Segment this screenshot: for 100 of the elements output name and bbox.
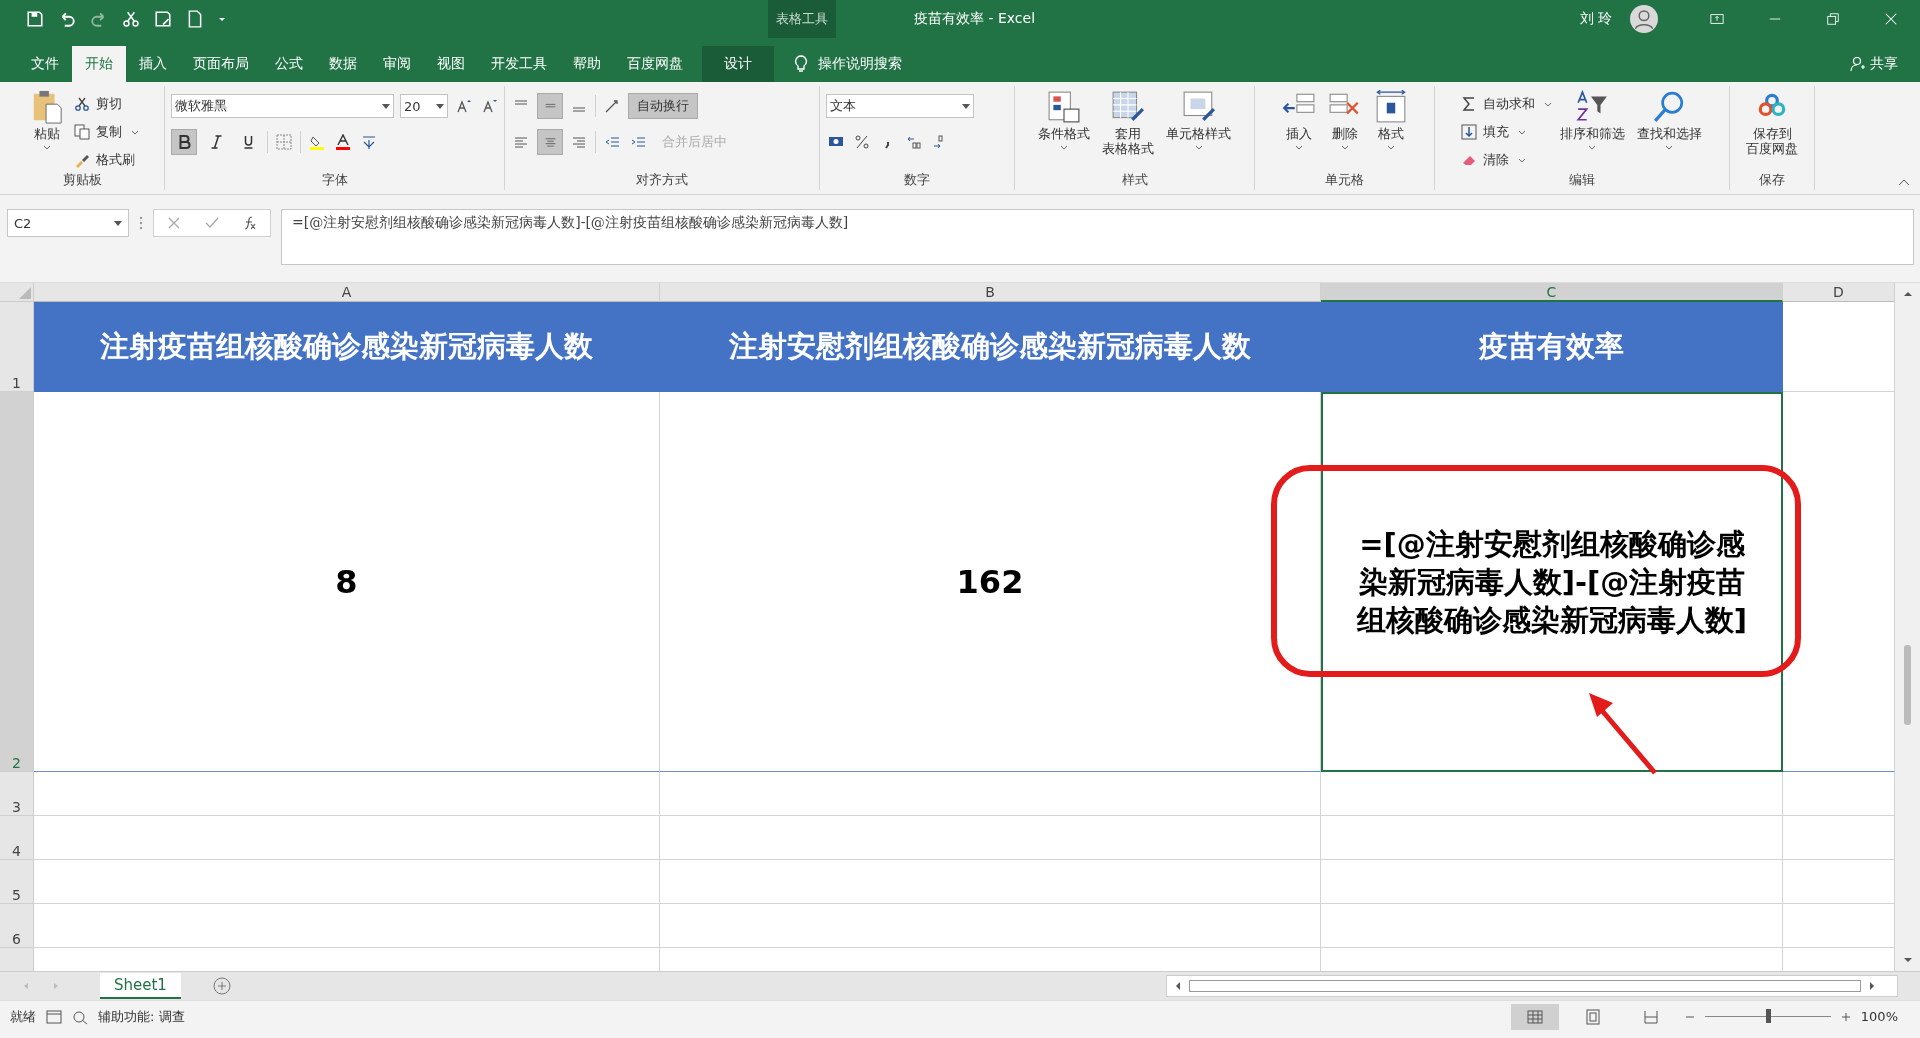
font-name-field[interactable]: 微软雅黑	[171, 94, 394, 118]
sort-filter-button[interactable]: 排序和筛选	[1555, 88, 1629, 152]
shrink-font-icon[interactable]	[482, 98, 498, 114]
wrap-text-button[interactable]: 自动换行	[628, 93, 698, 119]
share-person-icon[interactable]	[1850, 56, 1866, 72]
add-sheet-icon[interactable]	[212, 977, 231, 995]
number-format-field[interactable]: 文本	[826, 94, 974, 118]
caret-icon	[1340, 145, 1349, 150]
save-icon[interactable]	[26, 10, 44, 28]
clear-button[interactable]: 清除	[1458, 148, 1552, 172]
name-box[interactable]: C2	[7, 209, 129, 237]
column-header[interactable]: A	[34, 283, 660, 302]
fill-color-icon[interactable]	[309, 134, 325, 150]
zoom-in-icon[interactable]	[1840, 1011, 1851, 1022]
row-header[interactable]: 4	[0, 816, 34, 860]
align-middle-button[interactable]	[537, 93, 563, 119]
scroll-thumb[interactable]	[1904, 645, 1911, 725]
format-as-table-button[interactable]: 套用 表格格式	[1098, 88, 1158, 158]
align-right-icon[interactable]	[571, 134, 587, 150]
row-header[interactable]: 3	[0, 772, 34, 816]
view-button[interactable]	[1510, 1003, 1559, 1030]
print-preview-icon[interactable]	[154, 10, 172, 28]
copy-icon	[73, 124, 90, 140]
ribbon-tab[interactable]: 帮助	[560, 46, 614, 82]
format-painter-button[interactable]: 格式刷	[71, 148, 139, 172]
scroll-up-icon[interactable]	[1902, 289, 1913, 299]
close-icon[interactable]	[1884, 12, 1898, 26]
accessibility-status[interactable]: 辅助功能: 调查	[98, 1007, 185, 1026]
ribbon-tab[interactable]: 百度网盘	[614, 46, 696, 82]
ribbon-tab[interactable]: 审阅	[370, 46, 424, 82]
sheet-tab[interactable]: Sheet1	[100, 973, 181, 999]
collapse-ribbon-icon[interactable]	[1898, 178, 1910, 186]
phonetic-icon[interactable]	[361, 134, 377, 150]
accessibility-icon[interactable]	[72, 1008, 88, 1025]
formula-field[interactable]: =[@注射安慰剂组核酸确诊感染新冠病毒人数]-[@注射疫苗组核酸确诊感染新冠病毒人数]	[281, 209, 1914, 265]
ribbon-tab[interactable]: 开发工具	[478, 46, 560, 82]
avatar-icon[interactable]	[1630, 5, 1658, 33]
group-label: 字体	[320, 172, 349, 189]
macro-record-icon[interactable]	[46, 1008, 62, 1025]
ribbon-tab[interactable]: 公式	[262, 46, 316, 82]
row-header[interactable]: 5	[0, 860, 34, 904]
row-header[interactable]: 6	[0, 904, 34, 948]
conditional-formatting-button[interactable]: 条件格式	[1034, 88, 1094, 152]
insert-cells-button[interactable]: 插入	[1277, 88, 1320, 152]
enter-check-icon[interactable]	[204, 215, 220, 231]
zoom-level[interactable]: 100%	[1860, 1009, 1898, 1024]
scroll-right-icon[interactable]	[1867, 981, 1877, 991]
column-header[interactable]: D	[1783, 283, 1895, 302]
lightbulb-icon	[794, 55, 808, 73]
customize-icon[interactable]	[218, 15, 226, 23]
share-button[interactable]: 共享	[1870, 46, 1898, 82]
restore-icon[interactable]	[1826, 12, 1840, 26]
ribbon-tab[interactable]: 页面布局	[180, 46, 262, 82]
ribbon-tab[interactable]: 数据	[316, 46, 370, 82]
font-size-field[interactable]: 20	[400, 94, 448, 118]
align-left-icon[interactable]	[513, 134, 529, 150]
font-color-icon[interactable]	[335, 134, 351, 150]
grow-font-icon[interactable]	[456, 98, 472, 114]
horizontal-scrollbar[interactable]	[1166, 975, 1898, 997]
find-select-button[interactable]: 查找和选择	[1632, 88, 1706, 152]
paste-button[interactable]: 粘贴	[25, 88, 68, 152]
tell-me-search[interactable]: 操作说明搜索	[818, 46, 902, 82]
ribbon-tab[interactable]: 插入	[126, 46, 180, 82]
autosum-button[interactable]: 自动求和	[1458, 92, 1552, 116]
delete-cells-button[interactable]: 删除	[1323, 88, 1366, 152]
format-cells-button[interactable]: 格式	[1369, 88, 1412, 152]
borders-icon[interactable]	[276, 134, 292, 150]
column-header[interactable]: B	[660, 283, 1321, 302]
scroll-thumb[interactable]	[1189, 980, 1861, 992]
increase-indent-icon[interactable]	[630, 134, 646, 150]
ribbon-display-icon[interactable]	[1710, 12, 1724, 26]
ribbon-tab[interactable]: 开始	[72, 46, 126, 82]
column-header[interactable]: C	[1321, 283, 1783, 302]
percent-icon[interactable]	[854, 134, 870, 150]
caret-icon	[1665, 145, 1673, 150]
zoom-slider[interactable]	[1765, 1009, 1771, 1023]
align-center-button[interactable]	[537, 129, 563, 155]
bold-icon	[177, 135, 191, 149]
scissors-icon[interactable]	[122, 10, 140, 28]
new-file-icon[interactable]	[186, 10, 204, 28]
ribbon-tab[interactable]: 视图	[424, 46, 478, 82]
scroll-down-icon[interactable]	[1902, 955, 1913, 965]
vertical-scrollbar[interactable]	[1895, 283, 1920, 971]
fill-button[interactable]: 填充	[1458, 120, 1552, 144]
cut-button[interactable]: 剪切	[71, 92, 139, 116]
cancel-icon[interactable]	[166, 215, 182, 231]
increase-decimal-icon[interactable]	[906, 134, 922, 150]
save-to-cloud-button[interactable]: 保存到 百度网盘	[1742, 88, 1802, 158]
cell-styles-button[interactable]: 单元格样式	[1162, 88, 1235, 152]
orientation-icon[interactable]	[604, 98, 620, 114]
ribbon-tab[interactable]: 文件	[18, 46, 72, 82]
row-header[interactable]: 2	[0, 392, 34, 772]
decrease-indent-icon[interactable]	[604, 134, 620, 150]
row-header[interactable]: 1	[0, 302, 34, 392]
caret-icon	[130, 129, 139, 135]
caret-icon	[1060, 145, 1068, 150]
copy-button[interactable]: 复制	[71, 120, 139, 144]
insert-function-icon[interactable]	[242, 215, 258, 231]
bold-button[interactable]	[171, 129, 197, 155]
ribbon-tab[interactable]: 设计	[702, 46, 774, 82]
